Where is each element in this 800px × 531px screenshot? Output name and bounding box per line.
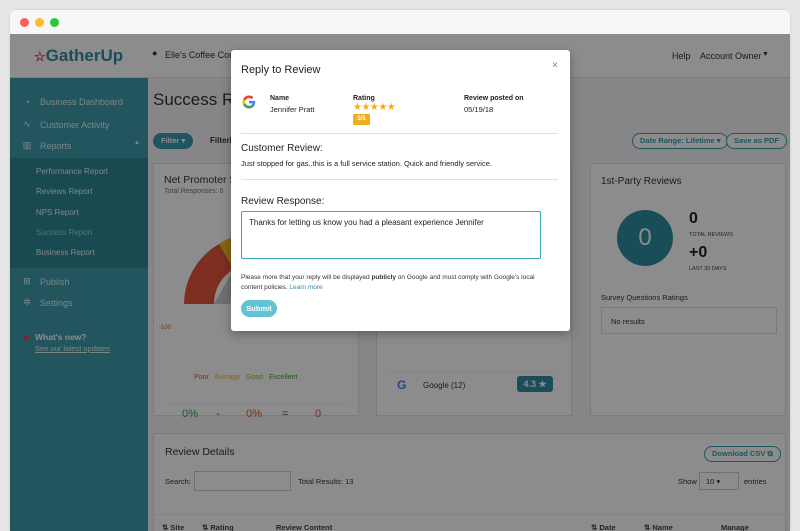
learn-more-link[interactable]: Learn more	[289, 284, 322, 291]
notice-text-a: Please more that your reply will be disp…	[241, 274, 372, 281]
public-reply-notice: Please more that your reply will be disp…	[241, 273, 551, 293]
window-titlebar	[10, 10, 790, 34]
rating-badge: 5/5	[353, 114, 370, 125]
modal-title: Reply to Review	[241, 64, 321, 76]
notice-bold: publicly	[371, 274, 396, 281]
posted-label: Review posted on	[464, 95, 524, 102]
reply-to-review-modal: Reply to Review × Name Jennifer Pratt Ra…	[231, 50, 570, 331]
maximize-window-button[interactable]	[50, 18, 59, 27]
review-response-textarea[interactable]: Thanks for letting us know you had a ple…	[241, 211, 541, 259]
posted-date: 05/19/18	[464, 105, 494, 114]
submit-button[interactable]: Submit	[241, 300, 277, 317]
review-response-heading: Review Response:	[241, 196, 325, 207]
minimize-window-button[interactable]	[35, 18, 44, 27]
reviewer-name-value: Jennifer Pratt	[270, 105, 315, 114]
modal-divider-1	[241, 133, 558, 134]
close-icon[interactable]: ×	[552, 60, 558, 71]
close-window-button[interactable]	[20, 18, 29, 27]
reviewer-name-label: Name	[270, 95, 290, 102]
customer-review-heading: Customer Review:	[241, 143, 323, 154]
customer-review-text: Just stopped for gas..this is a full ser…	[241, 159, 492, 168]
google-logo-icon	[242, 95, 256, 109]
modal-divider-2	[241, 179, 558, 180]
rating-stars-icon: ★★★★★	[353, 102, 396, 113]
rating-label: Rating	[353, 95, 375, 102]
